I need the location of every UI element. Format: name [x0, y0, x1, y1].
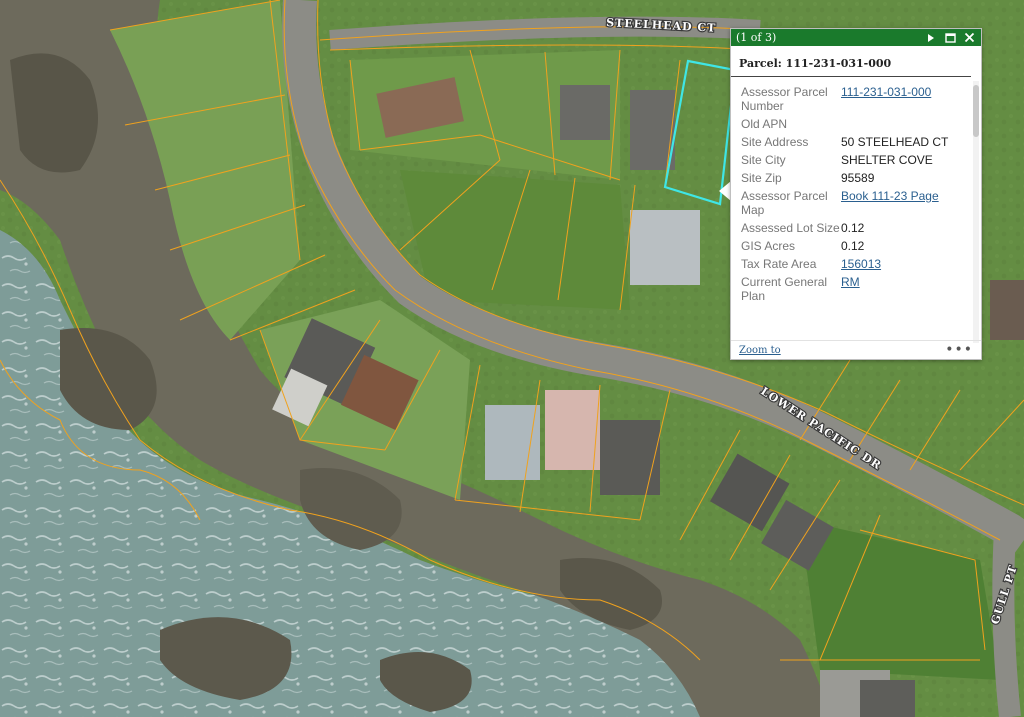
more-options-icon[interactable]: ••• [945, 342, 973, 358]
attr-key: Site Address [741, 135, 809, 149]
attr-value: 0.12 [841, 239, 865, 253]
popup-header: (1 of 3) [731, 29, 981, 46]
attr-row-general-plan: Current General Plan RM [731, 271, 969, 303]
attr-value: 95589 [841, 171, 875, 185]
attr-key: Site Zip [741, 171, 782, 185]
popup-count: (1 of 3) [736, 31, 777, 44]
attr-row-lot-size: Assessed Lot Size 0.12 [731, 217, 969, 235]
attr-row-old-apn: Old APN [731, 113, 969, 131]
house [600, 420, 660, 495]
attr-value: SHELTER COVE [841, 153, 933, 167]
attr-key: Assessor Parcel Number [741, 85, 828, 113]
zoom-to-link[interactable]: Zoom to [739, 345, 945, 356]
attr-row-site-address: Site Address 50 STEELHEAD CT [731, 131, 969, 149]
attr-row-site-city: Site City SHELTER COVE [731, 149, 969, 167]
house [860, 680, 915, 717]
attr-row-parcel-map: Assessor Parcel Map Book 111-23 Page [731, 185, 969, 217]
attr-row-tax-rate-area: Tax Rate Area 156013 [731, 253, 969, 271]
attr-key: Old APN [741, 117, 788, 131]
house [545, 390, 600, 470]
general-plan-link[interactable]: RM [841, 275, 860, 289]
popup-title: Parcel: 111-231-031-000 [731, 46, 971, 77]
attr-row-gis-acres: GIS Acres 0.12 [731, 235, 969, 253]
attr-value: 50 STEELHEAD CT [841, 135, 949, 149]
attr-value [841, 117, 969, 131]
attr-key: Current General Plan [741, 275, 828, 303]
parcel-map-link[interactable]: Book 111-23 Page [841, 189, 939, 203]
attr-row-apn: Assessor Parcel Number 111-231-031-000 [731, 81, 969, 113]
house [560, 85, 610, 140]
popup-scrollbar-thumb[interactable] [973, 85, 979, 137]
house [485, 405, 540, 480]
apn-link[interactable]: 111-231-031-000 [841, 85, 931, 99]
attr-key: GIS Acres [741, 239, 796, 253]
tax-rate-area-link[interactable]: 156013 [841, 257, 881, 271]
house [630, 210, 700, 285]
parcel-popup: (1 of 3) Parcel: 111-231-031-000 Assesso… [730, 28, 982, 360]
attr-key: Site City [741, 153, 786, 167]
maximize-icon[interactable] [942, 31, 958, 45]
house [990, 280, 1024, 340]
attr-key: Assessor Parcel Map [741, 189, 828, 217]
popup-footer: Zoom to ••• [731, 340, 981, 359]
next-icon[interactable] [923, 31, 939, 45]
road-gull-pt [992, 529, 1021, 717]
attr-key: Assessed Lot Size [741, 221, 840, 235]
popup-attributes[interactable]: Assessor Parcel Number 111-231-031-000 O… [731, 81, 969, 343]
attr-row-site-zip: Site Zip 95589 [731, 167, 969, 185]
close-icon[interactable] [961, 31, 977, 45]
attr-key: Tax Rate Area [741, 257, 817, 271]
attr-value: 0.12 [841, 221, 865, 235]
